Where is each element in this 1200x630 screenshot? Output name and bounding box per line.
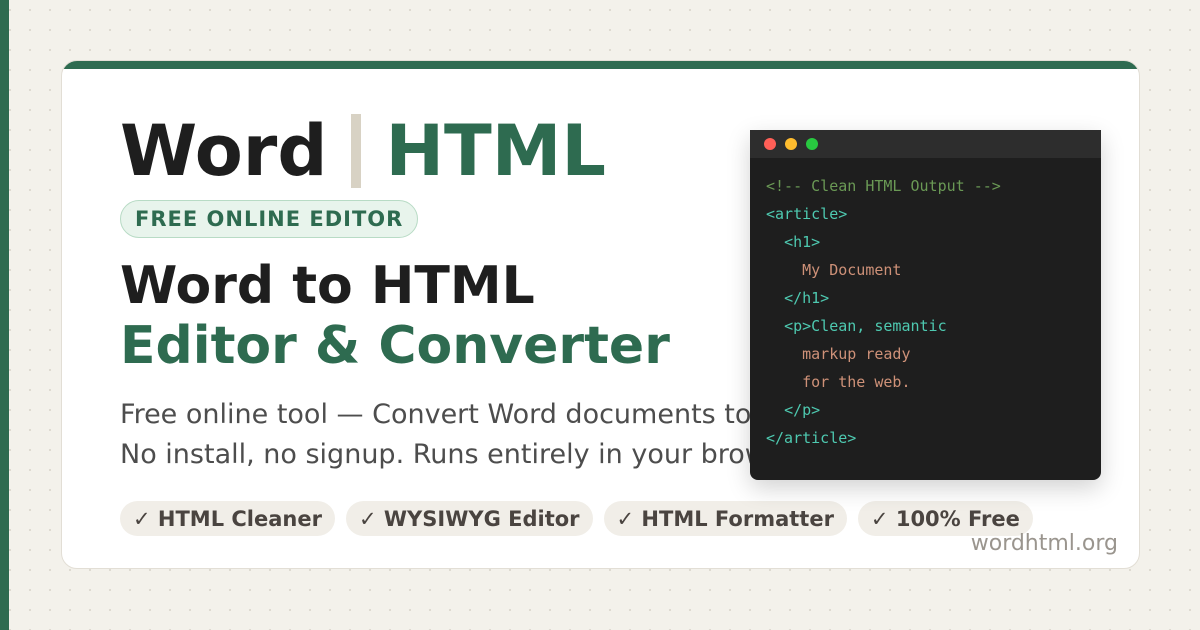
left-accent-stripe [0, 0, 9, 630]
code-line: <p>Clean, semantic [766, 312, 1101, 340]
code-tag: <p> [784, 317, 812, 335]
feature-html-cleaner: ✓ HTML Cleaner [120, 501, 335, 536]
code-tag: <article> [766, 205, 848, 223]
description: Free online tool — Convert Word document… [120, 395, 780, 475]
code-preview-window: <!-- Clean HTML Output --> <article> <h1>… [750, 130, 1101, 480]
code-line: </p> [766, 396, 1101, 424]
description-line-2: No install, no signup. Runs entirely in … [120, 439, 780, 470]
close-dot-icon [764, 138, 776, 150]
code-line: <h1> [766, 228, 1101, 256]
feature-list: ✓ HTML Cleaner ✓ WYSIWYG Editor ✓ HTML F… [120, 501, 1033, 536]
description-line-1: Free online tool — Convert Word document… [120, 399, 752, 430]
card-top-accent-bar [62, 61, 1139, 69]
code-text: My Document [802, 261, 902, 279]
brand-separator [351, 114, 362, 188]
code-line: for the web. [766, 368, 1101, 396]
headline-line-1: Word to HTML [120, 256, 535, 316]
code-line: </article> [766, 424, 1101, 452]
code-tag: <h1> [784, 233, 821, 251]
code-line: markup ready [766, 340, 1101, 368]
code-window-titlebar [750, 130, 1101, 158]
code-line: My Document [766, 256, 1101, 284]
headline: Word to HTML Editor & Converter [120, 256, 670, 376]
minimize-dot-icon [785, 138, 797, 150]
code-tag: </p> [784, 401, 821, 419]
brand-word: Word [120, 110, 328, 192]
headline-line-2: Editor & Converter [120, 316, 670, 376]
code-body: <!-- Clean HTML Output --> <article> <h1>… [750, 158, 1101, 452]
feature-html-formatter: ✓ HTML Formatter [603, 501, 847, 536]
site-url: wordhtml.org [970, 531, 1118, 556]
code-text: markup ready [802, 345, 911, 363]
code-text: Clean, semantic [811, 317, 947, 335]
feature-wysiwyg-editor: ✓ WYSIWYG Editor [345, 501, 593, 536]
code-line: </h1> [766, 284, 1101, 312]
brand-logo: Word HTML [120, 109, 606, 193]
free-online-editor-badge: FREE ONLINE EDITOR [120, 200, 419, 238]
code-line: <article> [766, 200, 1101, 228]
brand-html: HTML [385, 110, 607, 192]
code-line: <!-- Clean HTML Output --> [766, 172, 1101, 200]
code-tag: </h1> [784, 289, 830, 307]
code-text: for the web. [802, 373, 911, 391]
code-comment: <!-- Clean HTML Output --> [766, 177, 1001, 195]
maximize-dot-icon [806, 138, 818, 150]
code-tag: </article> [766, 429, 857, 447]
